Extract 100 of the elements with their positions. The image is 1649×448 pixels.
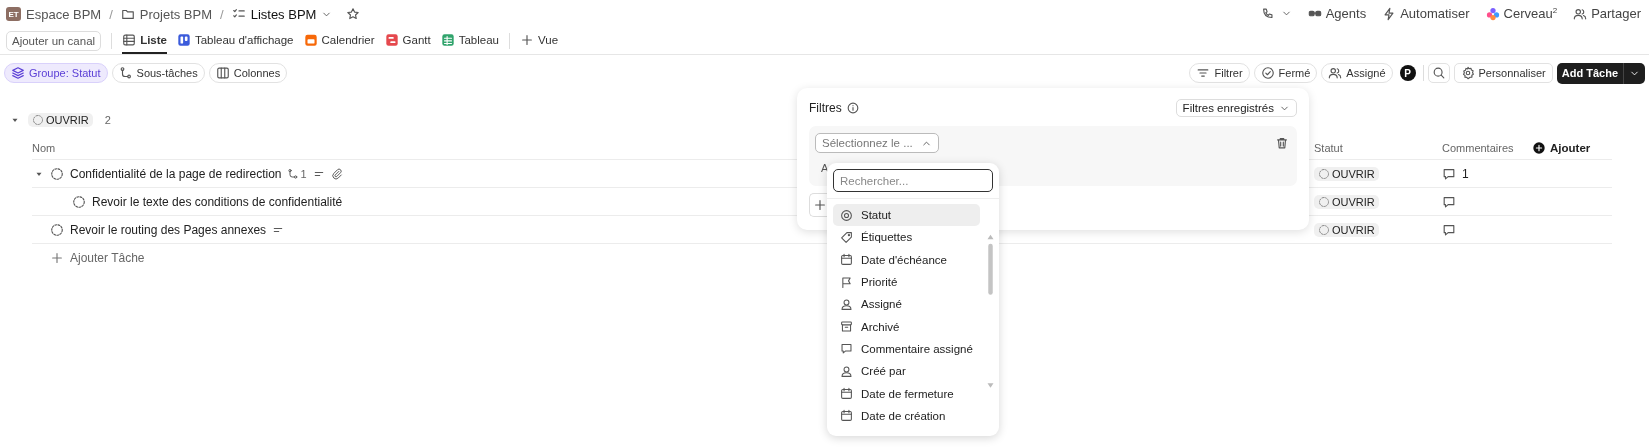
comment-icon <box>1442 194 1456 209</box>
status-text: OUVRIR <box>46 114 89 126</box>
plus-icon <box>520 33 534 47</box>
field-option[interactable]: Priorité <box>833 270 980 294</box>
search-button[interactable] <box>1427 63 1450 83</box>
gantt-icon <box>384 33 399 47</box>
calendar-icon <box>840 387 853 400</box>
breadcrumb-separator: / <box>109 6 113 22</box>
subtask-icon <box>118 66 133 80</box>
space-avatar: ET <box>6 7 21 21</box>
plus-circle-icon <box>1532 141 1546 155</box>
dashed-circle-icon <box>72 194 86 209</box>
add-view-button[interactable]: Vue <box>520 28 559 54</box>
view-tab[interactable]: Tableau <box>440 28 499 54</box>
breadcrumb-separator: / <box>220 6 224 22</box>
calendar-icon <box>840 253 853 267</box>
status-text: OUVRIR <box>1332 223 1375 236</box>
task-name[interactable]: Confidentialité de la page de redirection <box>70 166 282 181</box>
filter-icon <box>1196 66 1211 80</box>
dashed-circle-icon <box>32 114 44 126</box>
plus-icon <box>50 250 64 265</box>
person-icon <box>840 297 853 311</box>
list-icon <box>122 33 137 47</box>
column-header: Nom <box>32 142 56 154</box>
task-count: 2 <box>104 114 111 126</box>
view-tab[interactable]: Gantt <box>384 28 431 54</box>
comment-icon <box>1442 222 1456 237</box>
dashed-circle-icon <box>1318 195 1330 208</box>
toolbar-button[interactable]: Groupe: Statut <box>4 63 108 83</box>
status-pill[interactable]: OUVRIR <box>28 113 93 127</box>
header-action-button[interactable]: Partager <box>1573 6 1641 22</box>
add-column-button[interactable]: Ajouter <box>1532 141 1612 155</box>
field-select[interactable]: Sélectionnez le ... <box>815 133 939 153</box>
view-tab[interactable]: Calendrier <box>303 28 375 54</box>
sparkle-icon <box>1485 7 1500 21</box>
sheet-icon <box>440 33 455 47</box>
status-text: OUVRIR <box>1332 195 1375 208</box>
status-pill[interactable]: OUVRIR <box>1314 194 1379 209</box>
field-option[interactable]: Archivé <box>833 315 980 338</box>
star-icon <box>346 7 361 21</box>
settings-icon <box>1460 66 1475 80</box>
comment-icon <box>1442 166 1456 181</box>
target-icon <box>840 208 853 222</box>
folder-icon <box>120 7 135 21</box>
field-option[interactable]: Commentaire assigné <box>833 337 980 361</box>
field-option[interactable]: Assigné <box>833 293 980 316</box>
column-header: Statut <box>1314 142 1343 154</box>
trash-icon <box>1275 136 1289 150</box>
header-action-button[interactable]: Automatiser <box>1382 6 1470 22</box>
flag-icon <box>840 275 853 289</box>
header-action-button[interactable]: Cerveau$^{2}$ <box>1485 6 1558 22</box>
calendar-icon <box>840 409 853 423</box>
column-header: Commentaires <box>1442 142 1514 154</box>
filter-label: A <box>821 162 829 174</box>
calendar-icon <box>303 33 318 47</box>
columns-icon <box>215 66 230 80</box>
tag-icon <box>840 230 853 244</box>
plus-icon <box>812 198 827 212</box>
comment-icon <box>840 342 853 356</box>
dashed-circle-icon <box>1318 167 1330 180</box>
phone-icon <box>1260 7 1275 21</box>
people-icon <box>1573 7 1588 21</box>
customize-button[interactable]: Personnaliser <box>1453 63 1553 83</box>
breadcrumb-link[interactable]: Espace BPM <box>26 6 102 22</box>
search-icon <box>1431 66 1446 80</box>
status-pill[interactable]: OUVRIR <box>1314 222 1379 237</box>
add-task-link[interactable]: Ajouter Tâche <box>70 250 145 265</box>
board-icon <box>176 33 191 47</box>
panel-title: Filtres <box>809 101 842 115</box>
add-channel-button[interactable]: Ajouter un canal <box>6 31 102 51</box>
status-text: OUVRIR <box>1332 167 1375 180</box>
check-circle-icon <box>1260 66 1275 80</box>
breadcrumb-link[interactable]: Projets BPM <box>139 6 213 22</box>
field-option[interactable]: Étiquettes <box>833 226 980 249</box>
breadcrumb-link[interactable]: Listes BPM <box>250 6 317 22</box>
task-name[interactable]: Revoir le texte des conditions de confidentialité <box>92 194 343 209</box>
saved-filters-button[interactable]: Filtres enregistrés <box>1175 99 1297 117</box>
archive-icon <box>840 320 853 334</box>
person-icon <box>840 364 853 378</box>
add-task-button[interactable]: Add Tâche <box>1556 62 1645 84</box>
field-option[interactable]: Statut <box>833 204 980 227</box>
info-icon <box>845 101 860 115</box>
dashed-circle-icon <box>50 166 64 181</box>
dashed-circle-icon <box>50 222 64 237</box>
people-icon <box>1328 66 1343 80</box>
view-tab[interactable]: Tableau d'affichage <box>176 28 294 54</box>
dashed-circle-icon <box>1318 223 1330 236</box>
status-pill[interactable]: OUVRIR <box>1314 166 1379 181</box>
user-avatar[interactable]: P <box>1399 65 1416 81</box>
task-name[interactable]: Revoir le routing des Pages annexes <box>70 222 267 237</box>
header-action-button[interactable]: Agents <box>1307 6 1367 22</box>
comment-count: 1 <box>1462 166 1469 181</box>
view-tab[interactable]: Liste <box>122 28 167 54</box>
field-option[interactable]: Date d'échéance <box>833 248 980 271</box>
field-option[interactable]: Créé par <box>833 360 980 383</box>
field-option[interactable]: Date de création <box>833 404 980 427</box>
field-option[interactable]: Date de fermeture <box>833 382 980 405</box>
layers-icon <box>11 66 25 80</box>
subtask-count: 1 <box>287 167 307 180</box>
search-field[interactable]: Rechercher... <box>833 169 993 192</box>
